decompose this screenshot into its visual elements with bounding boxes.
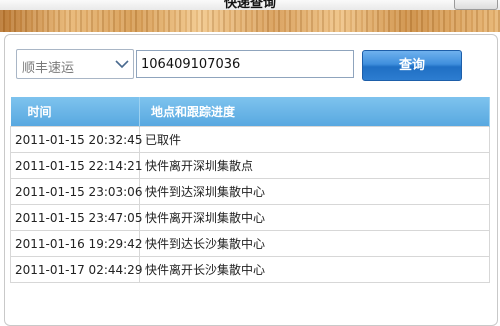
wood-banner <box>0 10 500 32</box>
row-time: 2011-01-16 19:29:42 <box>10 230 142 257</box>
column-header-time: 时间 <box>10 97 140 127</box>
tracking-number-input[interactable] <box>136 50 354 78</box>
row-time: 2011-01-15 23:47:05 <box>10 204 142 231</box>
table-row: 2011-01-15 20:32:45 已取件 <box>10 126 490 153</box>
table-row: 2011-01-17 02:44:29 快件离开长沙集散中心 <box>10 256 490 283</box>
table-header-row: 时间 地点和跟踪进度 <box>10 97 490 127</box>
row-time: 2011-01-17 02:44:29 <box>10 256 142 283</box>
row-time: 2011-01-15 23:03:06 <box>10 178 142 205</box>
row-progress: 快件离开深圳集散中心 <box>139 204 490 231</box>
table-row: 2011-01-15 22:14:21 快件离开深圳集散点 <box>10 152 490 179</box>
window-control-button[interactable] <box>454 0 498 10</box>
courier-select[interactable]: 顺丰速运 <box>16 49 134 79</box>
window-titlebar: 快递查询 <box>0 0 500 10</box>
column-header-progress: 地点和跟踪进度 <box>139 97 490 127</box>
row-progress: 已取件 <box>139 126 490 153</box>
table-row: 2011-01-15 23:47:05 快件离开深圳集散中心 <box>10 204 490 231</box>
courier-select-value: 顺丰速运 <box>22 61 75 76</box>
row-progress: 快件离开长沙集散中心 <box>139 256 490 283</box>
row-time: 2011-01-15 22:14:21 <box>10 152 142 179</box>
row-time: 2011-01-15 20:32:45 <box>10 126 142 153</box>
table-row: 2011-01-16 19:29:42 快件到达长沙集散中心 <box>10 230 490 257</box>
query-button[interactable]: 查询 <box>362 50 462 81</box>
window-title: 快递查询 <box>223 0 276 10</box>
table-row: 2011-01-15 23:03:06 快件到达深圳集散中心 <box>10 178 490 205</box>
query-panel: 顺丰速运 查询 时间 地点和跟踪进度 2011-01-15 20:32:45 已… <box>4 34 498 326</box>
tracking-table: 时间 地点和跟踪进度 2011-01-15 20:32:45 已取件 2011-… <box>10 97 490 283</box>
chevron-down-icon <box>115 60 129 69</box>
row-progress: 快件到达深圳集散中心 <box>139 178 490 205</box>
row-progress: 快件离开深圳集散点 <box>139 152 490 179</box>
row-progress: 快件到达长沙集散中心 <box>139 230 490 257</box>
